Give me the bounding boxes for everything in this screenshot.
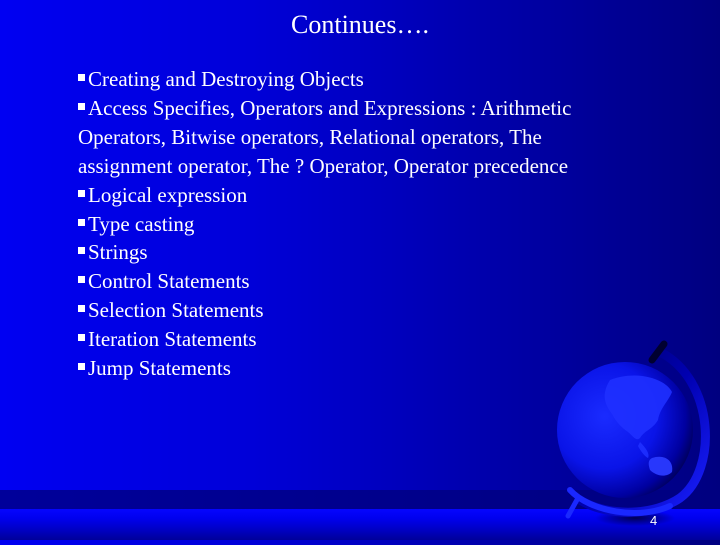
list-item: Control Statements <box>78 267 658 296</box>
square-bullet-icon <box>78 189 85 197</box>
list-item: Type casting <box>78 210 658 239</box>
list-item-continuation: assignment operator, The ? Operator, Ope… <box>78 152 658 181</box>
list-item-text: Control Statements <box>88 269 250 294</box>
page-number: 4 <box>650 513 658 528</box>
square-bullet-icon <box>78 218 85 226</box>
list-item-text: Access Specifies, Operators and Expressi… <box>88 95 572 120</box>
list-item: Jump Statements <box>78 354 658 383</box>
list-item-text: Type casting <box>88 211 195 236</box>
list-item: Creating and Destroying Objects <box>78 65 658 94</box>
list-item-text: Creating and Destroying Objects <box>88 67 364 91</box>
slide-title: Continues…. <box>291 10 429 39</box>
list-item-text: Operators, Bitwise operators, Relational… <box>78 124 542 149</box>
square-bullet-icon <box>78 305 85 313</box>
slide: Continues…. Creating and Destroying Obje… <box>0 0 720 540</box>
list-item: Iteration Statements <box>78 325 658 354</box>
square-bullet-icon <box>78 276 85 284</box>
list-item: Logical expression <box>78 181 658 210</box>
square-bullet-icon <box>78 74 85 81</box>
list-item-continuation: Operators, Bitwise operators, Relational… <box>78 123 658 152</box>
list-item: Access Specifies, Operators and Expressi… <box>78 94 658 123</box>
slide-body: Creating and Destroying Objects Access S… <box>78 65 658 383</box>
square-bullet-icon <box>78 334 85 342</box>
list-item-text: Iteration Statements <box>88 327 257 352</box>
list-item-text: Logical expression <box>88 182 248 207</box>
list-item-text: Jump Statements <box>88 356 231 381</box>
square-bullet-icon <box>78 247 85 255</box>
list-item-text: assignment operator, The ? Operator, Ope… <box>78 153 569 178</box>
list-item-text: Strings <box>88 240 148 265</box>
square-bullet-icon <box>78 102 85 110</box>
list-item-text: Selection Statements <box>88 298 264 323</box>
list-item: Selection Statements <box>78 296 658 325</box>
list-item: Strings <box>78 238 658 267</box>
square-bullet-icon <box>78 363 85 371</box>
